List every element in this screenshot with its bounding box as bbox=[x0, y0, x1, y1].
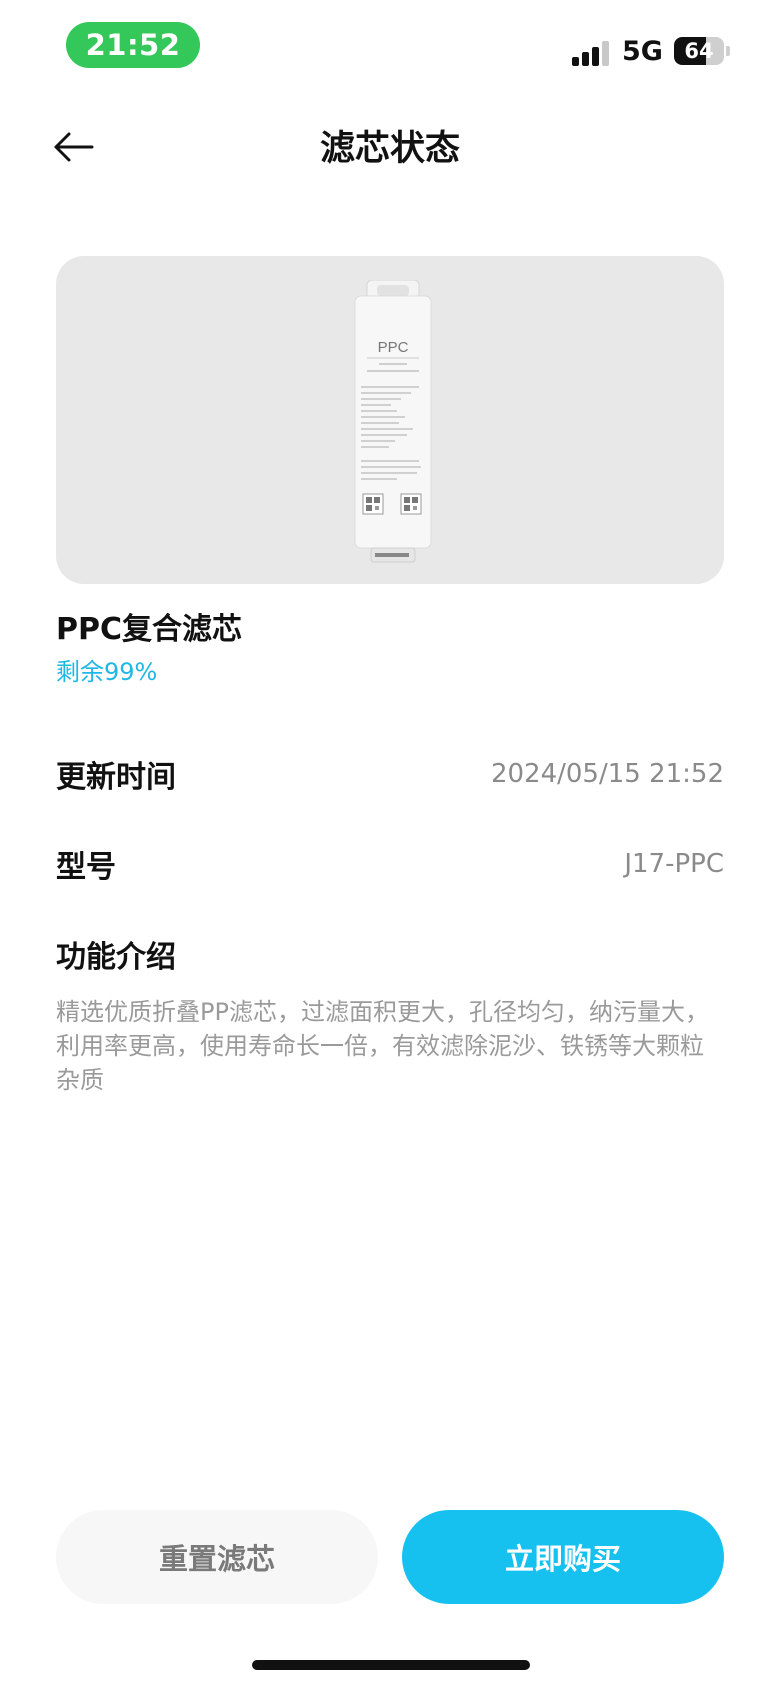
model-value: J17-PPC bbox=[624, 849, 724, 879]
buy-now-button[interactable]: 立即购买 bbox=[402, 1510, 724, 1604]
page-title: 滤芯状态 bbox=[319, 129, 460, 169]
updated-time-label: 更新时间 bbox=[56, 760, 176, 795]
updated-time-row: 更新时间 2024/05/15 21:52 bbox=[56, 752, 724, 796]
battery-level: 64 bbox=[684, 39, 714, 63]
updated-time-value: 2024/05/15 21:52 bbox=[490, 759, 724, 789]
battery-icon: 64 bbox=[674, 37, 724, 65]
product-name: PPC复合滤芯 bbox=[56, 612, 242, 647]
cartridge-label: PPC bbox=[378, 339, 409, 356]
home-indicator[interactable] bbox=[252, 1660, 530, 1670]
filter-cartridge-image: PPC bbox=[354, 280, 432, 563]
status-time: 21:52 bbox=[66, 22, 200, 68]
intro-title: 功能介绍 bbox=[56, 940, 176, 975]
network-type: 5G bbox=[622, 36, 663, 67]
battery-cap bbox=[726, 46, 730, 56]
reset-filter-button[interactable]: 重置滤芯 bbox=[56, 1510, 378, 1604]
product-image-card: PPC bbox=[56, 256, 724, 584]
model-label: 型号 bbox=[56, 850, 116, 885]
remaining-percent: 剩余99% bbox=[56, 658, 158, 686]
signal-icon bbox=[572, 40, 612, 66]
intro-description: 精选优质折叠PP滤芯，过滤面积更大，孔径均匀，纳污量大，利用率更高，使用寿命长一… bbox=[56, 998, 709, 1094]
status-bar: 21:52 5G 64 bbox=[0, 0, 780, 90]
model-row: 型号 J17-PPC bbox=[56, 842, 724, 886]
